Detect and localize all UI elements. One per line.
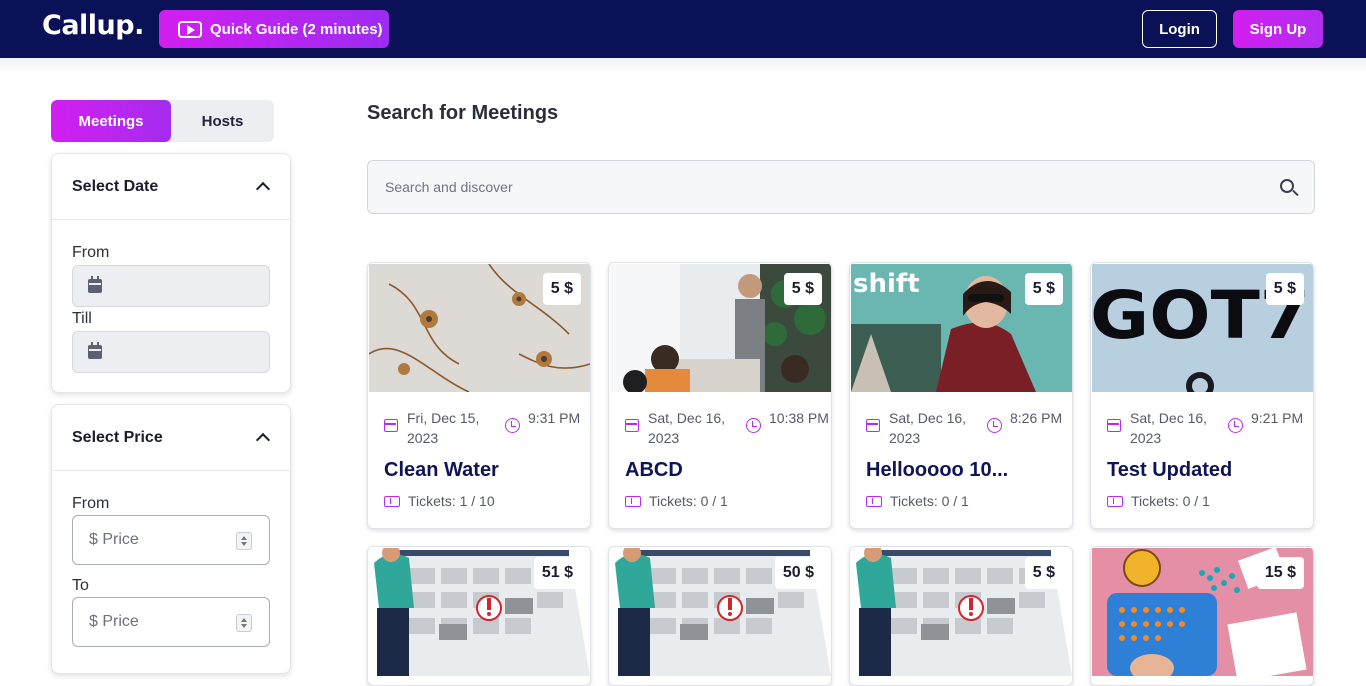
date-filter-header[interactable]: Select Date (52, 154, 290, 220)
price-filter-title: Select Price (72, 428, 163, 446)
meeting-card[interactable]: shift 5 $ Sat, Dec 16, 2023 8:26 PM Hell… (849, 262, 1073, 529)
chevron-up-icon[interactable] (255, 181, 271, 197)
price-filter-header[interactable]: Select Price (52, 405, 290, 471)
number-spinner[interactable] (236, 614, 252, 632)
meeting-card[interactable]: 5 $ Fri, Dec 15, 2023 9:31 PM Clean Wate… (367, 262, 591, 529)
date-filter-panel: Select Date From Till (51, 153, 291, 393)
meeting-image: 50 $ (610, 548, 831, 676)
play-icon (178, 20, 202, 38)
price-badge: 5 $ (542, 273, 581, 305)
clock-icon (987, 418, 1002, 433)
clock-icon (746, 418, 761, 433)
signup-button[interactable]: Sign Up (1233, 10, 1323, 48)
price-badge: 51 $ (533, 557, 581, 589)
meeting-image: shift 5 $ (851, 264, 1072, 392)
calendar-icon (625, 419, 639, 432)
tickets-label: Tickets: 0 / 1 (1131, 493, 1210, 509)
logo[interactable]: Callup. (42, 10, 144, 41)
price-to-input[interactable]: $ Price (72, 597, 270, 647)
meeting-image: GOT7 5 $ (1092, 264, 1313, 392)
tickets-label: Tickets: 0 / 1 (649, 493, 728, 509)
login-button[interactable]: Login (1142, 10, 1217, 48)
meeting-time: 9:31 PM (528, 410, 581, 426)
price-badge: 5 $ (1024, 557, 1063, 589)
meeting-date: Sat, Dec 16, 2023 (648, 410, 726, 446)
clock-icon (505, 418, 520, 433)
meeting-card[interactable]: 5 $ Sat, Dec 16, 2023 10:38 PM ABCD Tick… (608, 262, 832, 529)
calendar-icon (88, 342, 102, 359)
ticket-icon (384, 495, 400, 507)
price-badge: 5 $ (783, 273, 822, 305)
meeting-title[interactable]: Clean Water (384, 459, 584, 482)
tickets-label: Tickets: 1 / 10 (408, 493, 495, 509)
date-from-input[interactable] (72, 265, 270, 307)
calendar-icon (1107, 419, 1121, 432)
meeting-card[interactable]: 5 $ (849, 546, 1073, 686)
tickets-label: Tickets: 0 / 1 (890, 493, 969, 509)
header-shadow (0, 58, 1366, 72)
tab-meetings[interactable]: Meetings (51, 100, 171, 142)
meeting-card[interactable]: 51 $ (367, 546, 591, 686)
date-till-label: Till (72, 310, 92, 327)
top-navbar: Callup. Quick Guide (2 minutes) Login Si… (0, 0, 1366, 58)
price-badge: 5 $ (1265, 273, 1304, 305)
meeting-image: 5 $ (851, 548, 1072, 676)
calendar-icon (384, 419, 398, 432)
calendar-icon (866, 419, 880, 432)
page-title: Search for Meetings (367, 102, 559, 124)
meetings-hosts-toggle: Meetings Hosts (51, 100, 274, 142)
meeting-image: 5 $ (369, 264, 590, 392)
chevron-up-icon[interactable] (255, 432, 271, 448)
price-to-placeholder: $ Price (89, 613, 139, 630)
meeting-tickets: Tickets: 0 / 1 (866, 493, 969, 509)
price-badge: 5 $ (1024, 273, 1063, 305)
meeting-time: 10:38 PM (769, 410, 829, 426)
meeting-date: Fri, Dec 15, 2023 (407, 410, 480, 446)
meeting-title[interactable]: ABCD (625, 459, 825, 482)
date-from-label: From (72, 244, 110, 261)
price-from-label: From (72, 495, 110, 512)
meeting-time: 9:21 PM (1251, 410, 1304, 426)
tab-hosts[interactable]: Hosts (171, 100, 274, 142)
date-till-input[interactable] (72, 331, 270, 373)
date-filter-title: Select Date (72, 177, 159, 195)
meeting-tickets: Tickets: 0 / 1 (625, 493, 728, 509)
meeting-card[interactable]: GOT7 5 $ Sat, Dec 16, 2023 9:21 PM Test … (1090, 262, 1314, 529)
price-from-input[interactable]: $ Price (72, 515, 270, 565)
meeting-image: 15 $ (1092, 548, 1313, 676)
quick-guide-label: Quick Guide (2 minutes) (210, 20, 383, 38)
ticket-icon (866, 495, 882, 507)
price-filter-panel: Select Price From $ Price To $ Price (51, 404, 291, 674)
price-to-label: To (72, 577, 89, 594)
price-badge: 15 $ (1256, 557, 1304, 589)
meeting-title[interactable]: Hellooooo 10... (866, 459, 1066, 482)
meeting-date: Sat, Dec 16, 2023 (889, 410, 967, 446)
meeting-card[interactable]: 15 $ (1090, 546, 1314, 686)
ticket-icon (625, 495, 641, 507)
meeting-tickets: Tickets: 1 / 10 (384, 493, 495, 509)
meeting-date: Sat, Dec 16, 2023 (1130, 410, 1208, 446)
meeting-tickets: Tickets: 0 / 1 (1107, 493, 1210, 509)
meeting-image: 51 $ (369, 548, 590, 676)
clock-icon (1228, 418, 1243, 433)
meeting-time: 8:26 PM (1010, 410, 1063, 426)
search-icon[interactable] (1280, 179, 1294, 193)
meeting-title[interactable]: Test Updated (1107, 459, 1307, 482)
meeting-card[interactable]: 50 $ (608, 546, 832, 686)
calendar-icon (88, 276, 102, 293)
price-badge: 50 $ (774, 557, 822, 589)
ticket-icon (1107, 495, 1123, 507)
price-from-placeholder: $ Price (89, 531, 139, 548)
meeting-image: 5 $ (610, 264, 831, 392)
quick-guide-button[interactable]: Quick Guide (2 minutes) (159, 10, 389, 48)
search-placeholder: Search and discover (385, 179, 513, 195)
search-input[interactable]: Search and discover (367, 160, 1315, 214)
shift-image-text: shift (853, 269, 920, 299)
number-spinner[interactable] (236, 532, 252, 550)
